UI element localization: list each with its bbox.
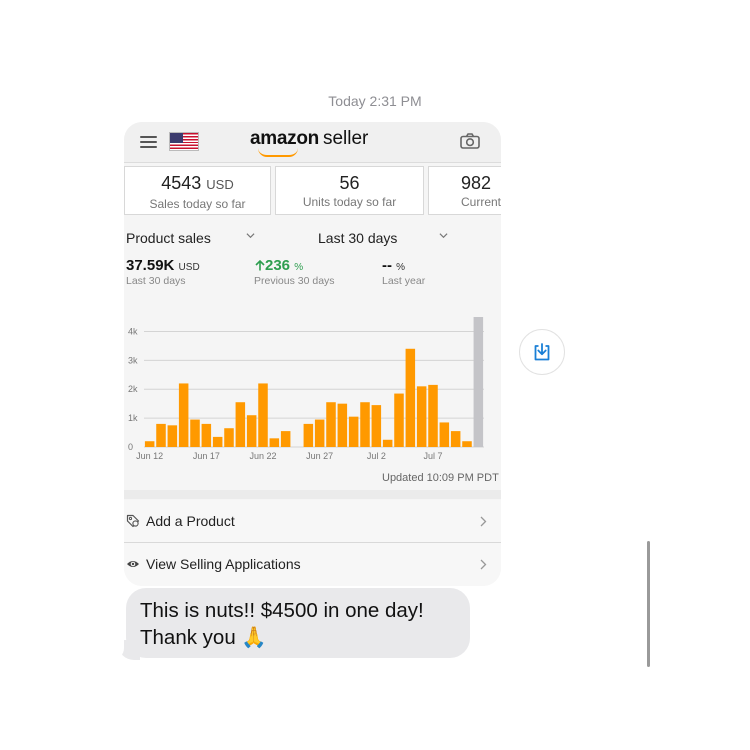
last-year-metric-value: --: [382, 257, 392, 274]
sales-bar[interactable]: [416, 386, 427, 447]
download-icon: [534, 343, 550, 361]
sales-bar[interactable]: [269, 438, 280, 447]
x-tick-label: Jun 22: [249, 451, 276, 461]
app-header: amazon seller: [124, 122, 501, 163]
last-year-metric: -- %: [382, 257, 405, 274]
logo-suffix: seller: [322, 128, 369, 149]
sales-bar[interactable]: [190, 419, 200, 447]
last-year-metric-unit: %: [396, 262, 406, 273]
amazon-smile-icon: [258, 148, 298, 157]
stat-value: 4543: [161, 173, 202, 193]
last-year-metric-label: Last year: [382, 275, 426, 287]
shared-screenshot-card[interactable]: amazon seller 4543 USD Sales today so far…: [124, 122, 501, 586]
sales-bar[interactable]: [326, 402, 336, 447]
message-line-1: This is nuts!! $4500 in one day!: [140, 599, 424, 622]
sales-bar[interactable]: [439, 422, 450, 447]
sales-bar[interactable]: [360, 402, 370, 447]
view-selling-applications-row[interactable]: View Selling Applications: [124, 543, 501, 586]
logo-brand: amazon: [250, 128, 319, 149]
y-tick-label: 0: [128, 442, 133, 452]
sales-bar-chart: 0 1k 2k 3k 4k Jun 12 Jun 17 Jun 22 Jun 27 Jul 2 Ju…: [128, 317, 484, 461]
primary-metric: 37.59K USD: [126, 257, 200, 274]
x-tick-label: Jun 27: [306, 451, 333, 461]
sales-bar[interactable]: [337, 403, 348, 447]
sales-bar[interactable]: [167, 425, 178, 447]
stat-value: 982: [461, 173, 492, 193]
download-button[interactable]: [519, 329, 565, 375]
chevron-down-icon[interactable]: [246, 231, 255, 240]
stat-label: Units today so far: [302, 195, 397, 209]
sales-bar[interactable]: [394, 393, 404, 447]
primary-metric-value: 37.59K: [126, 257, 175, 274]
updated-timestamp: Updated 10:09 PM PDT: [382, 472, 499, 484]
sales-bar[interactable]: [246, 415, 257, 447]
eye-icon: [127, 561, 139, 567]
previous-metric-value: 236: [265, 257, 291, 274]
camera-icon[interactable]: [460, 133, 480, 149]
sales-bar[interactable]: [224, 428, 234, 447]
primary-metric-unit: USD: [178, 262, 200, 273]
y-tick-label: 3k: [128, 355, 138, 365]
x-tick-label: Jun 12: [136, 451, 163, 461]
stat-unit: USD: [206, 177, 234, 192]
x-tick-label: Jul 7: [423, 451, 442, 461]
sales-bar[interactable]: [428, 384, 438, 447]
previous-metric-unit: %: [294, 262, 304, 273]
stat-sales-today[interactable]: 4543 USD Sales today so far: [124, 166, 271, 215]
sales-bar[interactable]: [201, 423, 212, 447]
message-line-2: Thank you 🙏: [140, 626, 267, 649]
y-tick-label: 1k: [128, 413, 138, 423]
arrow-up-icon: [255, 259, 265, 271]
amazon-seller-logo: amazon seller: [250, 128, 369, 157]
sales-bar[interactable]: [450, 431, 461, 447]
sales-bar[interactable]: [303, 423, 314, 447]
chevron-right-icon: [480, 516, 487, 527]
sales-bar[interactable]: [156, 423, 166, 447]
us-flag-icon[interactable]: [169, 132, 199, 151]
x-tick-label: Jun 17: [193, 451, 220, 461]
previous-metric: 236 %: [255, 257, 303, 274]
sales-bar[interactable]: [212, 436, 223, 447]
add-product-row[interactable]: Add a Product: [124, 500, 501, 543]
sales-bar[interactable]: [235, 402, 246, 447]
view-selling-applications-label: View Selling Applications: [146, 556, 301, 572]
sales-bar[interactable]: [144, 441, 155, 447]
previous-metric-label: Previous 30 days: [254, 275, 335, 287]
scrollbar[interactable]: [647, 541, 650, 667]
stat-value: 56: [339, 173, 360, 193]
sales-bar[interactable]: [348, 416, 359, 447]
message-bubble[interactable]: This is nuts!! $4500 in one day! Thank y…: [126, 588, 470, 658]
hamburger-menu-icon[interactable]: [140, 136, 157, 148]
message-timestamp: Today 2:31 PM: [328, 93, 422, 109]
primary-metric-label: Last 30 days: [126, 275, 186, 287]
metric-selector[interactable]: Product sales: [126, 230, 211, 246]
sales-bar[interactable]: [405, 348, 416, 447]
chevron-down-icon[interactable]: [439, 231, 448, 240]
sales-bar[interactable]: [462, 441, 472, 447]
x-tick-label: Jul 2: [367, 451, 386, 461]
section-divider: [124, 490, 501, 499]
sales-bar[interactable]: [382, 439, 393, 447]
stat-current[interactable]: 982 Current: [428, 166, 501, 215]
sales-bar[interactable]: [371, 405, 382, 447]
chevron-right-icon: [480, 559, 487, 570]
y-tick-label: 2k: [128, 384, 138, 394]
stat-units-today[interactable]: 56 Units today so far: [275, 166, 424, 215]
sales-bar[interactable]: [258, 383, 268, 447]
tag-icon: [126, 514, 140, 528]
sales-bar[interactable]: [314, 419, 325, 447]
stat-label: Sales today so far: [149, 197, 246, 211]
add-product-label: Add a Product: [146, 513, 235, 529]
today-bar[interactable]: [473, 317, 484, 447]
sales-bar[interactable]: [178, 383, 189, 447]
sales-bar[interactable]: [280, 431, 291, 447]
y-tick-label: 4k: [128, 326, 138, 336]
range-selector[interactable]: Last 30 days: [318, 230, 397, 246]
stat-label: Current: [461, 195, 501, 209]
